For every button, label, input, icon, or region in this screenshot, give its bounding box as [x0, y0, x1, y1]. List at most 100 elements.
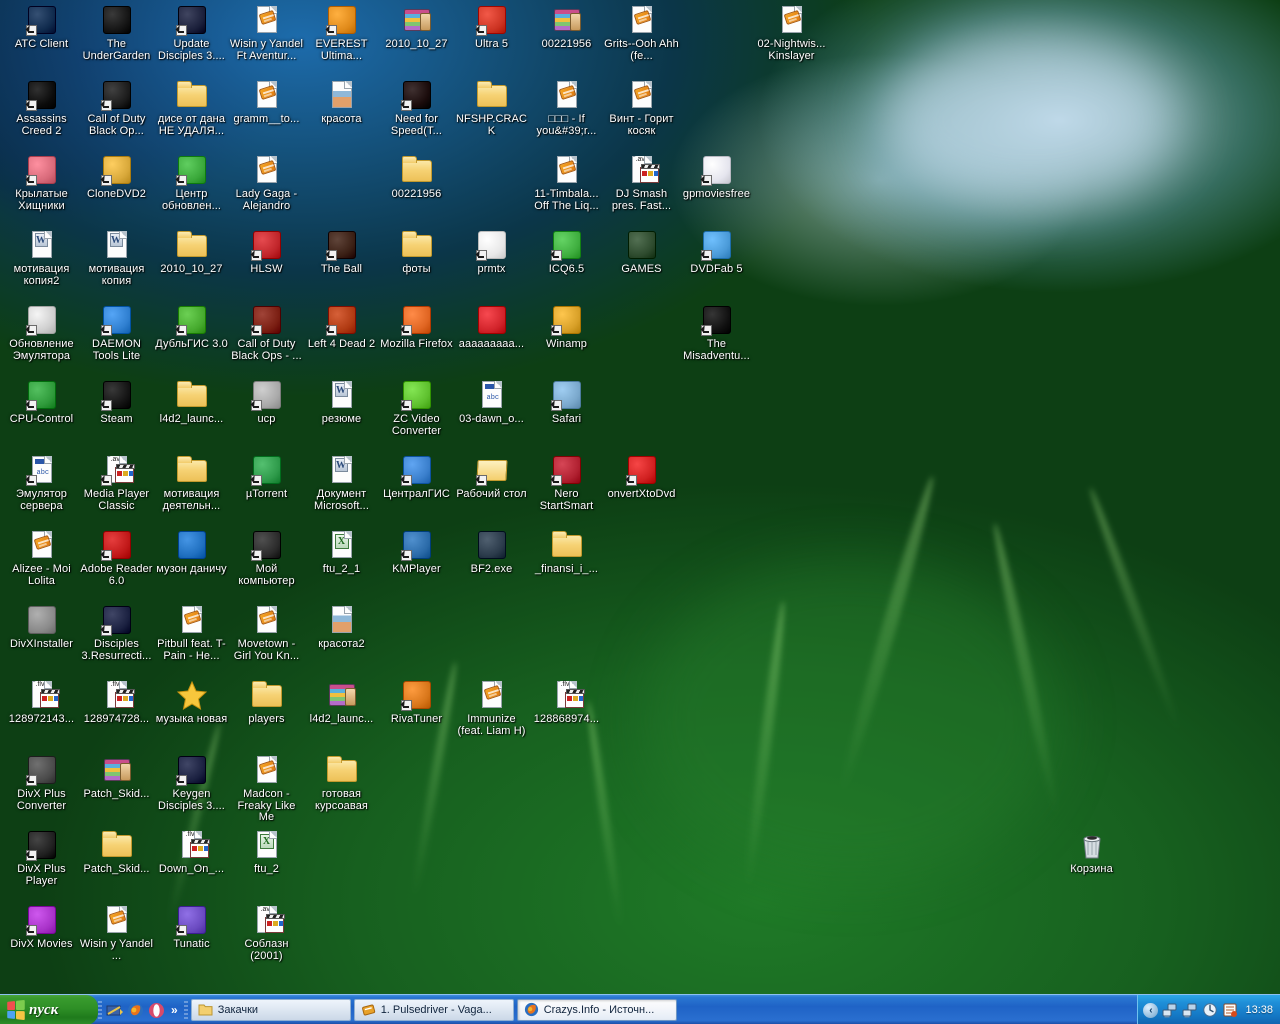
desktop-icon[interactable]: .aviСоблазн (2001): [229, 904, 304, 962]
desktop-icon[interactable]: Call of Duty Black Op...: [79, 79, 154, 137]
desktop-icon[interactable]: ucp: [229, 379, 304, 426]
desktop-icon-grid[interactable]: ATC ClientThe UnderGardenUpdate Disciple…: [0, 0, 1280, 1024]
desktop-icon[interactable]: Movetown - Girl You Kn...: [229, 604, 304, 662]
desktop-icon[interactable]: ZC Video Converter: [379, 379, 454, 437]
desktop[interactable]: ATC ClientThe UnderGardenUpdate Disciple…: [0, 0, 1280, 1024]
desktop-icon[interactable]: Winamp: [529, 304, 604, 351]
desktop-icon[interactable]: ДубльГИС 3.0: [154, 304, 229, 351]
desktop-icon[interactable]: мотивация деятельн...: [154, 454, 229, 512]
desktop-icon[interactable]: Safari: [529, 379, 604, 426]
desktop-icon[interactable]: l4d2_launc...: [304, 679, 379, 726]
tray-expand-icon[interactable]: ‹: [1143, 1003, 1158, 1018]
desktop-icon[interactable]: .flvDown_On_...: [154, 829, 229, 876]
desktop-icon[interactable]: Lady Gaga - Alejandro: [229, 154, 304, 212]
desktop-icon[interactable]: aaaaaaaaa...: [454, 304, 529, 351]
desktop-icon[interactable]: Madcon - Freaky Like Me: [229, 754, 304, 824]
desktop-icon[interactable]: RivaTuner: [379, 679, 454, 726]
desktop-icon[interactable]: BF2.exe: [454, 529, 529, 576]
task-list[interactable]: Закачки1. Pulsedriver - Vaga...Crazys.In…: [188, 995, 1138, 1024]
power-icon[interactable]: [1202, 1002, 1218, 1018]
desktop-icon[interactable]: The UnderGarden: [79, 4, 154, 62]
desktop-icon[interactable]: красота: [304, 79, 379, 126]
desktop-icon[interactable]: KMPlayer: [379, 529, 454, 576]
desktop-icon[interactable]: Left 4 Dead 2: [304, 304, 379, 351]
desktop-icon[interactable]: Nero StartSmart: [529, 454, 604, 512]
desktop-icon[interactable]: Alizee - Moi Lolita: [4, 529, 79, 587]
desktop-icon[interactable]: DVDFab 5: [679, 229, 754, 276]
desktop-icon[interactable]: Обновление Эмулятора: [4, 304, 79, 362]
desktop-icon[interactable]: abcЭмулятор сервера: [4, 454, 79, 512]
show-desktop-icon[interactable]: [106, 1002, 123, 1019]
desktop-icon[interactable]: 00221956: [529, 4, 604, 51]
desktop-icon[interactable]: Grits--Ooh Ahh (fe...: [604, 4, 679, 62]
desktop-icon[interactable]: DivX Movies: [4, 904, 79, 951]
desktop-icon[interactable]: Центр обновлен...: [154, 154, 229, 212]
desktop-icon[interactable]: Ultra 5: [454, 4, 529, 51]
quick-launch-overflow-icon[interactable]: »: [169, 1003, 180, 1017]
desktop-icon[interactable]: 2010_10_27: [154, 229, 229, 276]
taskbar-task-button[interactable]: Закачки: [191, 999, 351, 1021]
desktop-icon[interactable]: Рабочий стол: [454, 454, 529, 501]
desktop-icon[interactable]: _finansi_i_...: [529, 529, 604, 576]
desktop-icon[interactable]: Винт - Горит косяк: [604, 79, 679, 137]
desktop-icon[interactable]: gpmoviesfree: [679, 154, 754, 201]
quick-launch-grip[interactable]: [98, 1000, 102, 1020]
desktop-icon[interactable]: Immunize (feat. Liam H): [454, 679, 529, 737]
desktop-icon[interactable]: Wмотивация копия2: [4, 229, 79, 287]
desktop-icon[interactable]: 11-Timbala... Off The Liq...: [529, 154, 604, 212]
desktop-icon[interactable]: Wрезюме: [304, 379, 379, 426]
desktop-icon[interactable]: Assassins Creed 2: [4, 79, 79, 137]
taskbar-task-button[interactable]: 1. Pulsedriver - Vaga...: [354, 999, 514, 1021]
desktop-icon[interactable]: дисе от дана НЕ УДАЛЯ...: [154, 79, 229, 137]
desktop-icon[interactable]: Patch_Skid...: [79, 829, 154, 876]
desktop-icon[interactable]: Patch_Skid...: [79, 754, 154, 801]
desktop-icon[interactable]: Pitbull feat. T-Pain - He...: [154, 604, 229, 662]
desktop-icon[interactable]: ATC Client: [4, 4, 79, 51]
desktop-icon[interactable]: GAMES: [604, 229, 679, 276]
taskbar-task-button[interactable]: Crazys.Info - Источн...: [517, 999, 677, 1021]
desktop-icon[interactable]: .flv128974728...: [79, 679, 154, 726]
desktop-icon[interactable]: Xftu_2_1: [304, 529, 379, 576]
desktop-icon[interactable]: Need for Speed(T...: [379, 79, 454, 137]
desktop-icon[interactable]: Steam: [79, 379, 154, 426]
desktop-icon[interactable]: .aviDJ Smash pres. Fast...: [604, 154, 679, 212]
desktop-icon[interactable]: WДокумент Microsoft...: [304, 454, 379, 512]
desktop-icon[interactable]: NFSHP.CRACK: [454, 79, 529, 137]
desktop-icon[interactable]: готовая курсоавая: [304, 754, 379, 812]
desktop-icon[interactable]: фоты: [379, 229, 454, 276]
desktop-icon[interactable]: 02-Nightwis... Kinslayer: [754, 4, 829, 62]
start-button[interactable]: пуск: [0, 995, 98, 1024]
desktop-icon[interactable]: DivX Plus Converter: [4, 754, 79, 812]
desktop-icon[interactable]: красота2: [304, 604, 379, 651]
desktop-icon[interactable]: Мой компьютер: [229, 529, 304, 587]
desktop-icon[interactable]: Крылатые Хищники: [4, 154, 79, 212]
desktop-icon[interactable]: Wмотивация копия: [79, 229, 154, 287]
desktop-icon[interactable]: .aviMedia Player Classic: [79, 454, 154, 512]
desktop-icon[interactable]: ICQ6.5: [529, 229, 604, 276]
desktop-icon[interactable]: 2010_10_27: [379, 4, 454, 51]
desktop-icon[interactable]: The Misadventu...: [679, 304, 754, 362]
desktop-icon[interactable]: EVEREST Ultima...: [304, 4, 379, 62]
desktop-icon[interactable]: Wisin y Yandel ...: [79, 904, 154, 962]
desktop-icon[interactable]: Disciples 3.Resurrecti...: [79, 604, 154, 662]
desktop-icon[interactable]: DAEMON Tools Lite: [79, 304, 154, 362]
desktop-icon[interactable]: The Ball: [304, 229, 379, 276]
desktop-icon[interactable]: □□□ - If you&#39;r...: [529, 79, 604, 137]
desktop-icon[interactable]: CloneDVD2: [79, 154, 154, 201]
taskbar[interactable]: пуск » Закачки1. Pulsedriver - Vaga...Cr…: [0, 994, 1280, 1024]
desktop-icon[interactable]: prmtx: [454, 229, 529, 276]
desktop-icon[interactable]: 00221956: [379, 154, 454, 201]
desktop-icon[interactable]: DivXInstaller: [4, 604, 79, 651]
firefox-icon[interactable]: [127, 1002, 144, 1019]
tasks-grip[interactable]: [184, 1000, 188, 1020]
desktop-icon[interactable]: Mozilla Firefox: [379, 304, 454, 351]
desktop-icon[interactable]: Adobe Reader 6.0: [79, 529, 154, 587]
desktop-icon[interactable]: Call of Duty Black Ops - ...: [229, 304, 304, 362]
desktop-icon[interactable]: µTorrent: [229, 454, 304, 501]
desktop-icon[interactable]: Tunatic: [154, 904, 229, 951]
desktop-icon[interactable]: CPU-Control: [4, 379, 79, 426]
update-icon[interactable]: [1222, 1002, 1238, 1018]
network-icon[interactable]: [1162, 1002, 1178, 1018]
desktop-icon[interactable]: onvertXtoDvd: [604, 454, 679, 501]
desktop-icon[interactable]: ЦентралГИС: [379, 454, 454, 501]
